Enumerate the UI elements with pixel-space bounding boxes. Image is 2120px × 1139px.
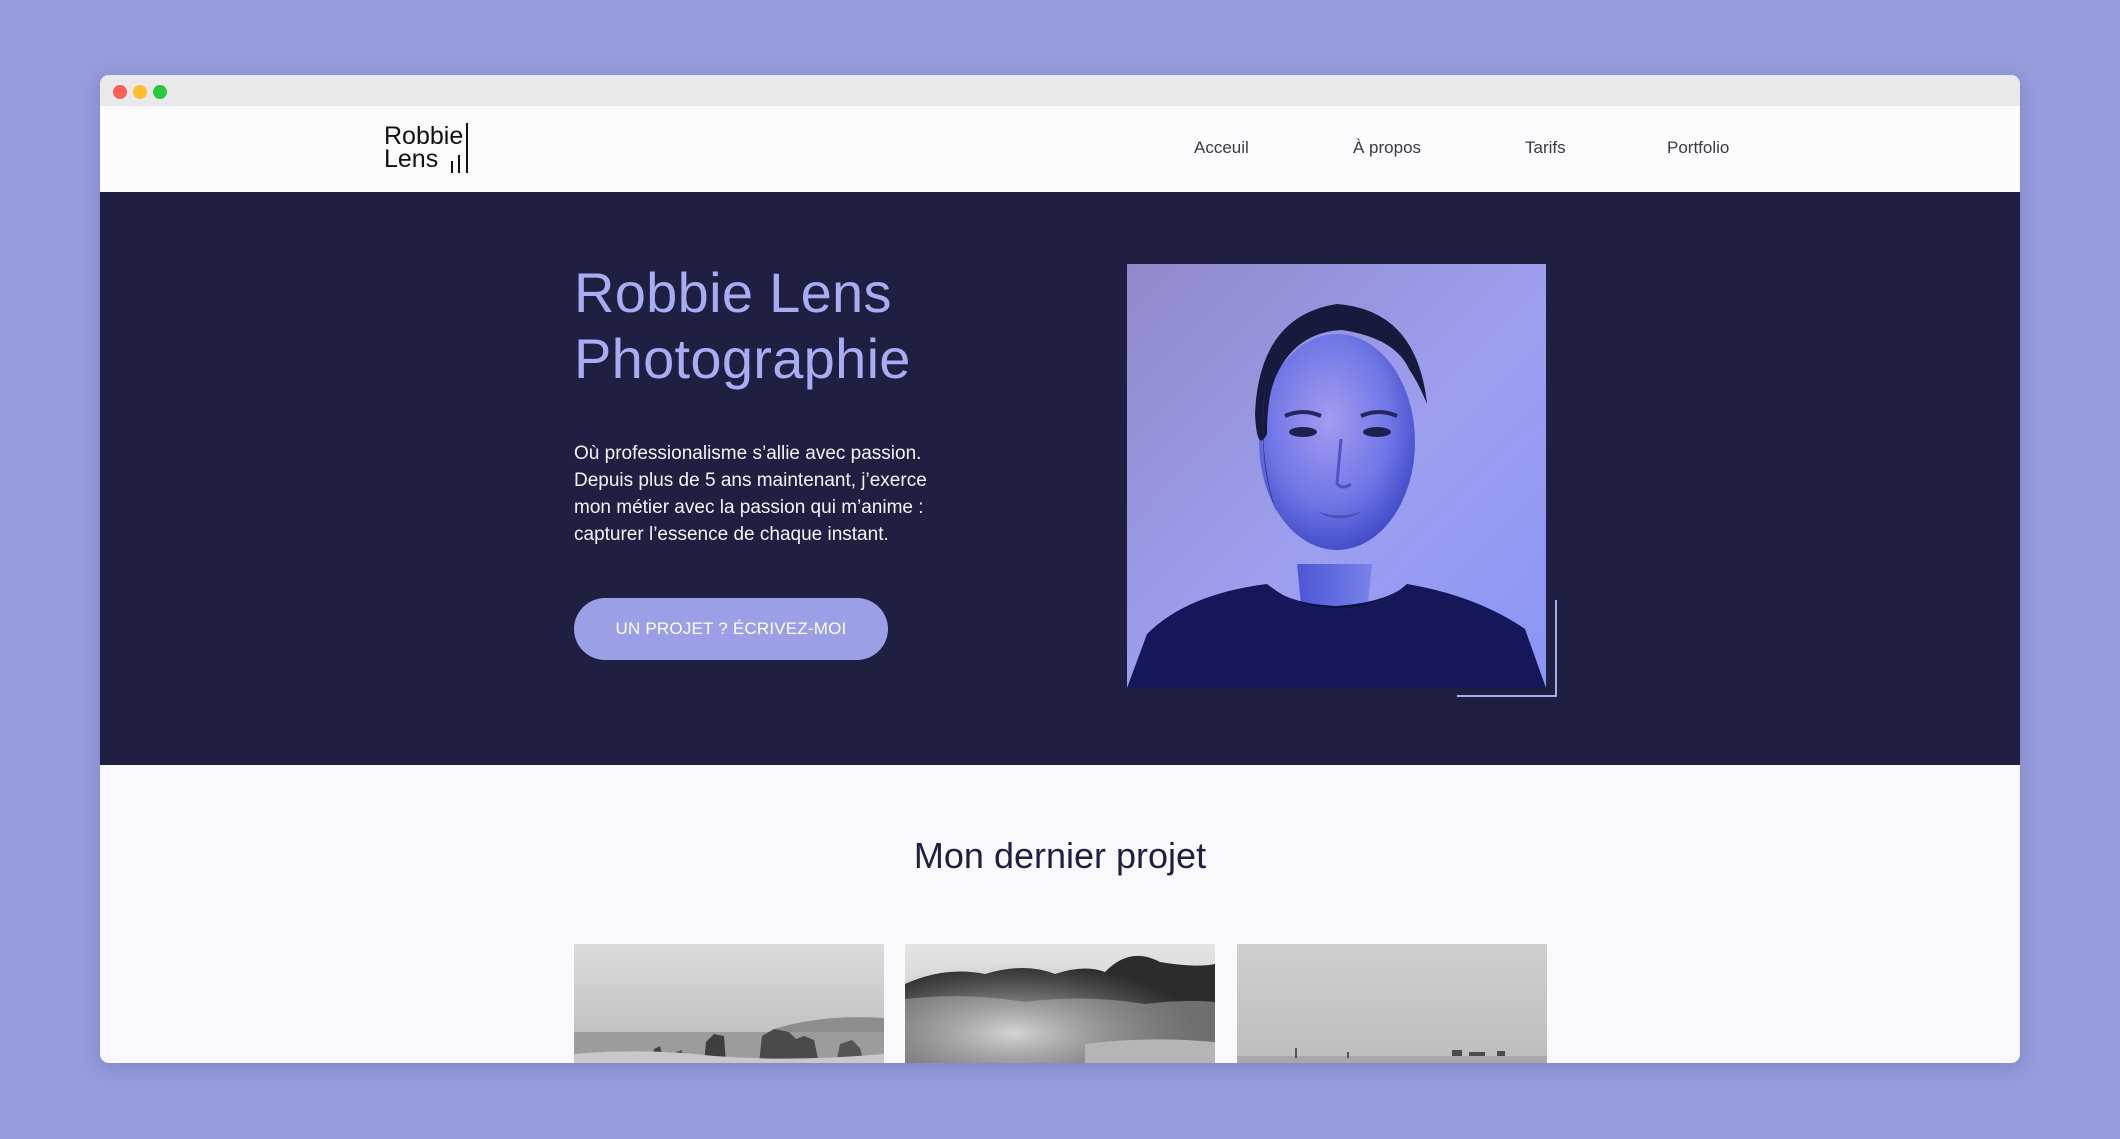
browser-window: Robbie Lens Acceuil À propos Tarifs Port…: [100, 75, 2020, 1063]
hero-description: Où professionalisme s’allie avec passion…: [574, 440, 994, 548]
project-thumbnail[interactable]: [1237, 944, 1547, 1063]
photo-frame-accent: [1457, 695, 1557, 697]
nav-item-a-propos[interactable]: À propos: [1353, 138, 1421, 158]
site-logo[interactable]: Robbie Lens: [384, 123, 484, 175]
logo-bar: [458, 155, 460, 173]
site-header: Robbie Lens Acceuil À propos Tarifs Port…: [100, 106, 2020, 192]
latest-project-heading: Mon dernier projet: [913, 835, 1207, 876]
hero-description-line: Où professionalisme s’allie avec passion…: [574, 443, 922, 464]
hero-description-line: capturer l’essence de chaque instant.: [574, 524, 889, 545]
minimize-window-button[interactable]: [133, 85, 147, 99]
hero-section: Robbie Lens Photographie Où professional…: [100, 192, 2020, 765]
hero-title-line: Robbie Lens: [574, 261, 892, 324]
window-titlebar: [100, 75, 2020, 106]
nav-item-tarifs[interactable]: Tarifs: [1525, 138, 1566, 158]
logo-line-2: Lens: [384, 145, 439, 173]
maximize-window-button[interactable]: [153, 85, 167, 99]
portrait-photo: [1127, 264, 1546, 688]
logo-bar: [466, 123, 468, 173]
hero-title: Robbie Lens Photographie: [574, 260, 911, 392]
hero-description-line: mon métier avec la passion qui m’anime :: [574, 497, 924, 518]
close-window-button[interactable]: [113, 85, 127, 99]
nav-item-portfolio[interactable]: Portfolio: [1667, 138, 1729, 158]
logo-bar: [451, 161, 453, 173]
contact-cta-button[interactable]: UN PROJET ? ÉCRIVEZ-MOI: [574, 598, 888, 660]
hero-title-line: Photographie: [574, 327, 911, 390]
project-thumbnail[interactable]: [905, 944, 1215, 1063]
hero-description-line: Depuis plus de 5 ans maintenant, j’exerc…: [574, 470, 927, 491]
project-thumbnail[interactable]: [574, 944, 884, 1063]
nav-item-acceuil[interactable]: Acceuil: [1194, 138, 1249, 158]
photo-frame-accent: [1555, 600, 1557, 696]
